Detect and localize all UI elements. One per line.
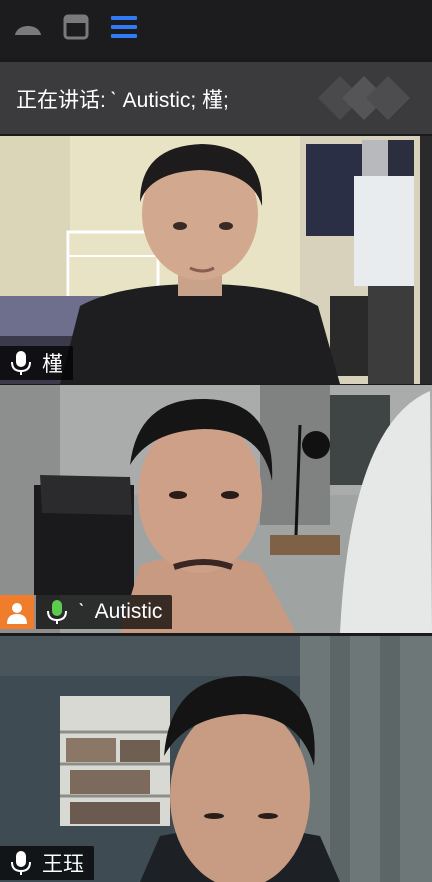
window-icon[interactable] — [60, 12, 92, 42]
speaking-names: ˋ Autistic; 槿; — [109, 89, 229, 112]
video-tile-2[interactable]: ˋ Autistic — [0, 385, 432, 633]
person-icon — [7, 603, 27, 624]
participant-name: 王珏 — [42, 853, 84, 876]
participant-name-tag: ˋ Autistic — [36, 595, 173, 629]
video-tile-1[interactable]: 槿 — [0, 136, 432, 384]
mic-icon — [10, 350, 32, 376]
app-logo-icon — [318, 73, 410, 128]
participant-name: Autistic — [94, 600, 163, 623]
name-prefix: ˋ — [78, 600, 85, 623]
participant-name-tag: 槿 — [0, 346, 73, 380]
avatar — [0, 595, 34, 629]
mic-active-icon — [46, 599, 68, 625]
participant-name-tag: 王珏 — [0, 846, 94, 880]
mic-icon — [10, 850, 32, 876]
participant-name: 槿 — [42, 353, 63, 376]
speaking-status: 正在讲话: ˋ Autistic; 槿; — [16, 84, 233, 114]
video-tile-3[interactable]: 王珏 — [0, 636, 432, 882]
menu-icon[interactable] — [108, 12, 140, 42]
speaking-label: 正在讲话: — [16, 89, 106, 112]
speaking-bar: 正在讲话: ˋ Autistic; 槿; — [0, 62, 432, 134]
minimize-icon[interactable] — [12, 12, 44, 42]
title-bar — [0, 0, 432, 58]
